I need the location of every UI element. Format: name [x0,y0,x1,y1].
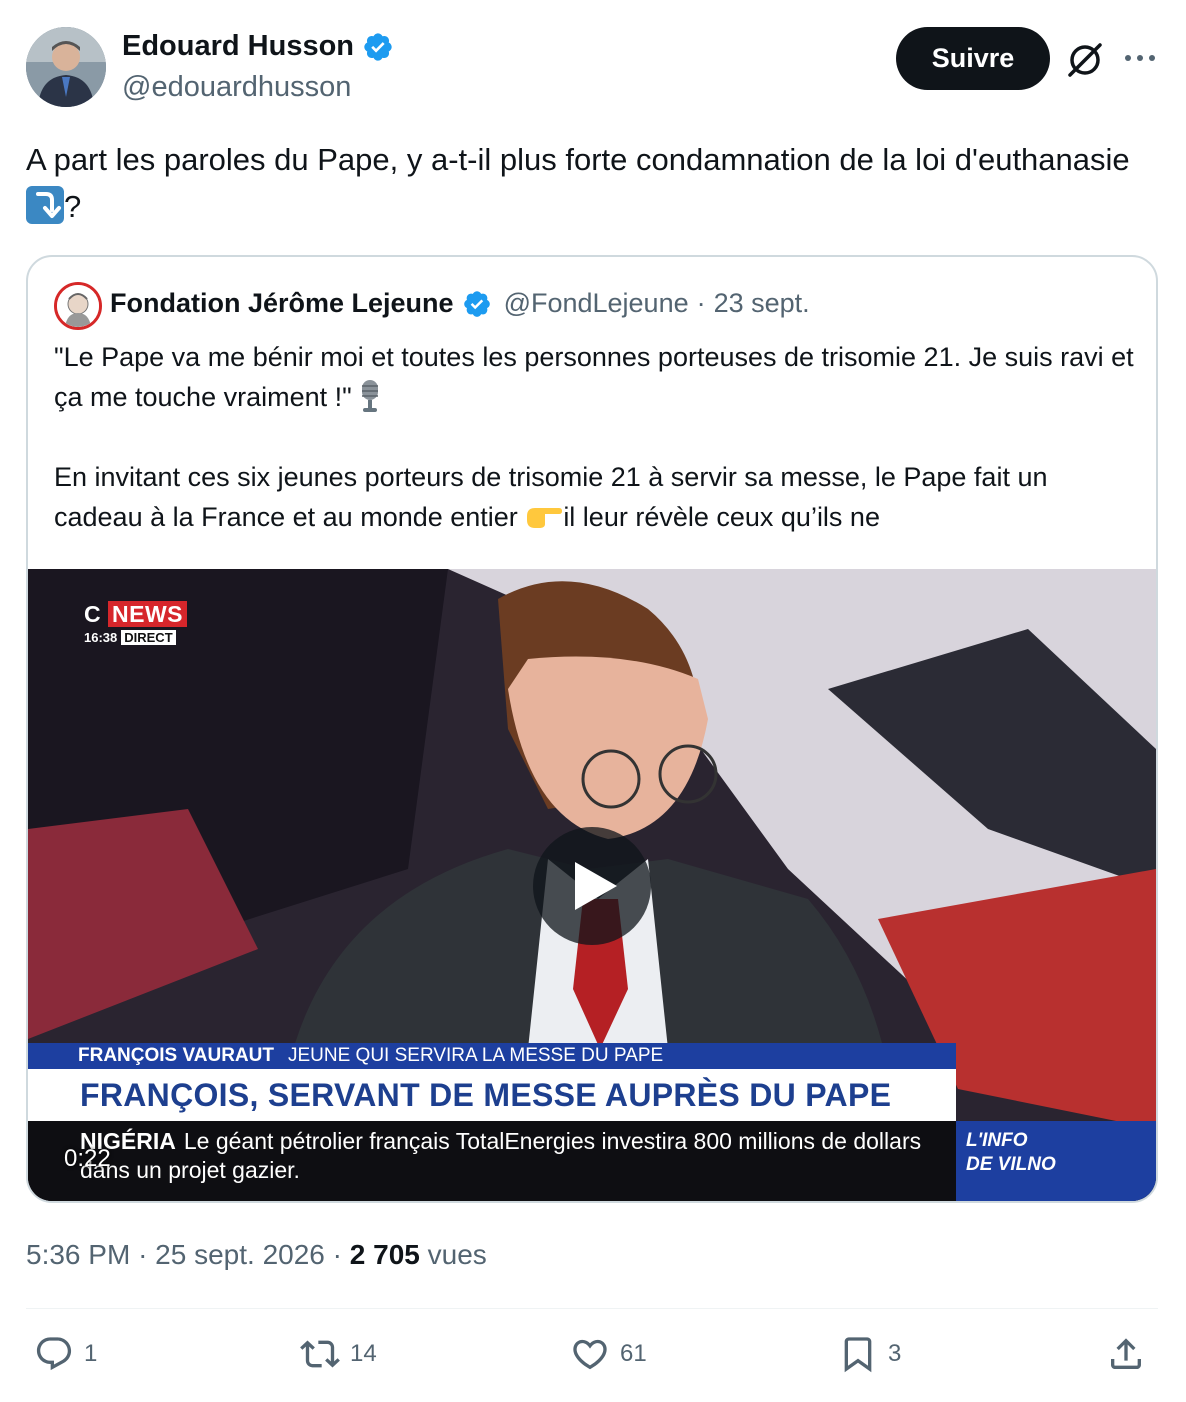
reply-button[interactable]: 1 [34,1334,97,1374]
cnews-c: C [84,601,102,627]
action-bar: 1 14 61 3 [26,1334,1158,1384]
quoted-separator: · [696,288,706,318]
grok-icon[interactable] [1064,39,1106,81]
bookmark-icon [844,1337,872,1373]
repost-icon [300,1340,340,1368]
tweet-text: A part les paroles du Pape, y a-t-il plu… [26,136,1156,230]
repost-button[interactable]: 14 [300,1334,377,1374]
share-button[interactable] [1106,1334,1146,1374]
ticker-text: Le géant pétrolier français TotalEnergie… [80,1128,922,1183]
arrow-down-right-emoji [26,186,64,224]
quoted-handle[interactable]: @FondLejeune [504,288,689,319]
cnews-time: 16:38 [84,630,118,645]
cnews-news: NEWS [108,601,188,627]
video-duration: 0:22 [64,1145,111,1172]
reply-icon [36,1337,72,1371]
views-count: 2 705 [349,1239,420,1270]
quoted-para1-text: "Le Pape va me bénir moi et toutes les p… [54,342,1134,412]
video-player[interactable]: C NEWS 16:38 DIRECT FRANÇOIS VAURAUT JEUNE… [28,569,1156,1201]
quoted-paragraph-1: "Le Pape va me bénir moi et toutes les p… [54,337,1139,417]
bookmark-count: 3 [888,1340,902,1367]
bookmark-button[interactable]: 3 [838,1334,901,1374]
lower-third-name: FRANÇOIS VAURAUT [78,1045,274,1066]
author-handle[interactable]: @edouardhusson [122,71,351,104]
tweet-text-end: ? [64,189,82,224]
views-label: vues [427,1239,487,1270]
cnews-direct: DIRECT [121,630,176,645]
verified-badge-icon [463,290,490,317]
lower-third-role: JEUNE QUI SERVIRA LA MESSE DU PAPE [287,1045,664,1066]
author-name-row[interactable]: Edouard Husson [122,30,394,63]
news-ticker: NIGÉRIA Le géant pétrolier français Total… [28,1121,956,1201]
pointing-finger-emoji [527,508,563,528]
quoted-tweet[interactable]: Fondation Jérôme Lejeune @FondLejeune · … [26,255,1158,1203]
tweet-date[interactable]: 25 sept. 2026 [155,1239,325,1270]
side-bug: L'INFO DE VILNO [956,1121,1156,1201]
author-avatar[interactable] [26,27,106,107]
follow-button[interactable]: Suivre [896,27,1050,90]
play-button[interactable] [533,827,651,945]
more-icon[interactable] [1122,43,1158,73]
meta-dot-2: · [332,1239,342,1270]
lower-third-name-bar: FRANÇOIS VAURAUT JEUNE QUI SERVIRA LA MES… [28,1043,956,1069]
quoted-name[interactable]: Fondation Jérôme Lejeune [110,288,454,319]
like-count: 61 [620,1340,647,1367]
verified-badge-icon [364,32,392,61]
quoted-text: "Le Pape va me bénir moi et toutes les p… [54,337,1139,537]
author-name[interactable]: Edouard Husson [122,30,354,63]
lower-third-headline: FRANÇOIS, SERVANT DE MESSE AUPRÈS DU PAP… [28,1069,956,1121]
play-icon [575,862,617,910]
quoted-paragraph-2: En invitant ces six jeunes porteurs de t… [54,457,1139,537]
like-icon [573,1339,607,1370]
share-icon [1111,1338,1141,1369]
reply-count: 1 [84,1340,98,1367]
tweet-time[interactable]: 5:36 PM [26,1239,130,1270]
meta-dot-1: · [138,1239,148,1270]
quoted-date[interactable]: 23 sept. [714,288,810,319]
like-button[interactable]: 61 [570,1334,647,1374]
tweet-meta: 5:36 PM · 25 sept. 2026 · 2 705 vues [26,1239,487,1271]
divider [26,1308,1158,1309]
quoted-avatar[interactable] [54,282,102,330]
quoted-header: Fondation Jérôme Lejeune @FondLejeune · … [110,288,810,319]
repost-count: 14 [350,1340,377,1367]
tweet-text-body: A part les paroles du Pape, y a-t-il plu… [26,142,1130,177]
side-bug-line2: DE VILNO [966,1154,1056,1175]
microphone-emoji [362,380,379,412]
quoted-para2-end: il leur révèle ceux qu’ils ne [563,502,880,532]
side-bug-line1: L'INFO [966,1130,1028,1151]
cnews-logo: C NEWS 16:38 DIRECT [84,601,188,645]
